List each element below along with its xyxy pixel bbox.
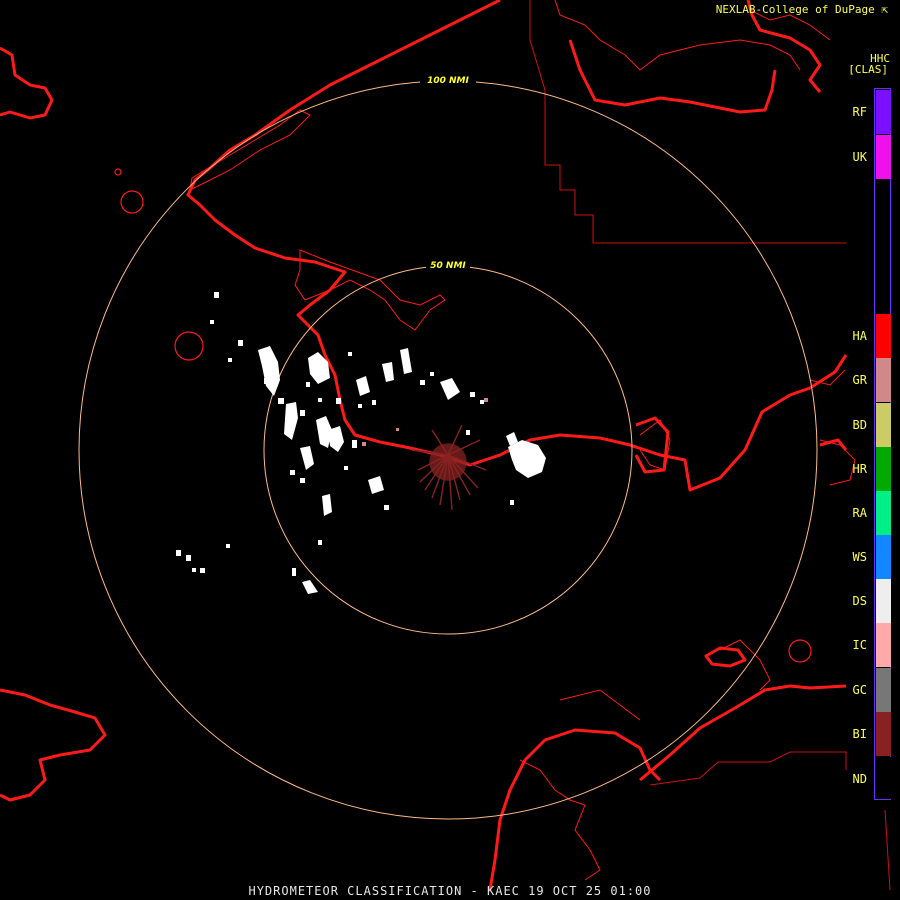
map-title: HYDROMETEOR CLASSIFICATION - KAEC 19 OCT… — [248, 884, 652, 898]
legend-swatch-gr — [876, 358, 891, 402]
legend-label-uk: UK — [852, 150, 867, 164]
legend-swatch-gc — [876, 668, 891, 712]
ring-label-50: 50 NMI — [430, 261, 466, 271]
legend-swatch-ra — [876, 491, 891, 535]
legend-swatch-ic — [876, 623, 891, 667]
border-lines — [529, 0, 891, 891]
legend-swatch-ha — [876, 314, 891, 358]
product-code-label: [CLAS] — [848, 63, 888, 76]
legend-swatch-ds — [876, 579, 891, 623]
legend-swatch-bd — [876, 403, 891, 447]
hail-echoes — [362, 398, 488, 446]
legend-label-ha: HA — [852, 329, 867, 343]
ring-label-100: 100 NMI — [427, 76, 469, 86]
legend-label-ra: RA — [852, 506, 867, 520]
legend-swatch-ws — [876, 535, 891, 579]
legend-label-bd: BD — [852, 418, 867, 432]
legend-color-bar — [874, 88, 891, 800]
legend-label-ic: IC — [852, 638, 867, 652]
legend-swatch-rf — [876, 90, 891, 134]
legend-label-nd: ND — [852, 772, 867, 786]
coast-detail — [189, 0, 856, 881]
legend-label-rf: RF — [852, 105, 867, 119]
radar-map: 50 NMI 100 NMI — [0, 0, 891, 891]
credit-label: NEXLAB-College of DuPage ⇱ — [715, 3, 888, 16]
legend-label-bi: BI — [852, 727, 867, 741]
legend-label-ws: WS — [852, 550, 867, 564]
coastlines — [0, 0, 848, 891]
legend-swatch-nd — [876, 757, 891, 799]
legend-label-hr: HR — [852, 462, 867, 476]
legend-label-gc: GC — [852, 683, 867, 697]
legend-swatch-bi — [876, 712, 891, 756]
ring-labels: 50 NMI 100 NMI — [420, 73, 476, 271]
precip-echoes — [176, 292, 546, 594]
legend-swatch-hr — [876, 447, 891, 491]
corner-arrow-icon: ⇱ — [874, 3, 888, 16]
clutter-echoes — [411, 424, 487, 511]
legend-label-ds: DS — [852, 594, 867, 608]
legend-label-gr: GR — [852, 373, 867, 387]
legend-swatch-uk — [876, 135, 891, 179]
